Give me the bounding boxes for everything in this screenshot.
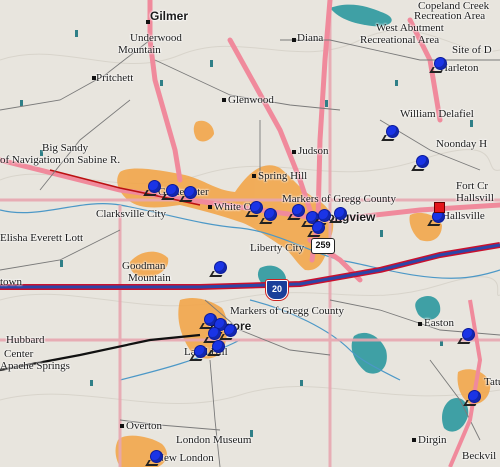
place-hallsville-park[interactable]: Hallsvill <box>456 192 494 204</box>
marker-pin[interactable] <box>194 345 207 358</box>
marker-pin[interactable] <box>212 340 225 353</box>
marker-pin[interactable] <box>386 125 399 138</box>
place-recreational-area[interactable]: Recreational Area <box>360 34 439 46</box>
place-big-sandy[interactable]: Big Sandy <box>42 142 88 154</box>
town-dot <box>120 424 124 428</box>
us-259-shield: 259 <box>311 238 335 254</box>
interstate-20-shield: 20 <box>266 280 288 300</box>
place-mountain2[interactable]: Mountain <box>128 272 171 284</box>
place-judson[interactable]: Judson <box>298 145 329 157</box>
marker-pin[interactable] <box>334 207 347 220</box>
place-hubbard[interactable]: Hubbard <box>6 334 45 346</box>
place-pritchett[interactable]: Pritchett <box>96 72 133 84</box>
town-dot <box>92 76 96 80</box>
place-recreation[interactable]: Recreation Area <box>414 10 485 22</box>
place-site-of[interactable]: Site of D <box>452 44 492 56</box>
place-markers-2[interactable]: Markers of Gregg County <box>230 305 344 317</box>
place-beckville[interactable]: Beckvil <box>462 450 496 462</box>
place-fort-cr[interactable]: Fort Cr <box>456 180 488 192</box>
marker-pin[interactable] <box>224 324 237 337</box>
place-elisha[interactable]: Elisha Everett Lott <box>0 232 83 244</box>
place-hallsville[interactable]: Hallsville <box>442 210 485 222</box>
marker-pin[interactable] <box>462 328 475 341</box>
place-center[interactable]: Center <box>4 348 33 360</box>
marker-pin[interactable] <box>312 221 325 234</box>
marker-pin[interactable] <box>250 201 263 214</box>
place-navigation[interactable]: of Navigation on Sabine R. <box>0 154 120 166</box>
marker-pin[interactable] <box>150 450 163 463</box>
place-easton[interactable]: Easton <box>424 317 454 329</box>
place-new-london[interactable]: New London <box>156 452 214 464</box>
marker-pin[interactable] <box>416 155 429 168</box>
place-liberty-city[interactable]: Liberty City <box>250 242 304 254</box>
place-clarksville[interactable]: Clarksville City <box>96 208 166 220</box>
red-poi-marker[interactable] <box>434 202 445 213</box>
place-mountain1[interactable]: Mountain <box>118 44 161 56</box>
place-london-museum[interactable]: London Museum <box>176 434 251 446</box>
place-diana[interactable]: Diana <box>297 32 323 44</box>
place-apache[interactable]: Apache Springs <box>0 360 70 372</box>
marker-pin[interactable] <box>318 209 331 222</box>
place-underwood[interactable]: Underwood <box>130 32 182 44</box>
town-dot <box>412 438 416 442</box>
marker-pin[interactable] <box>292 204 305 217</box>
marker-pin[interactable] <box>148 180 161 193</box>
place-goodman[interactable]: Goodman <box>122 260 165 272</box>
place-glenwood[interactable]: Glenwood <box>228 94 274 106</box>
place-dirgin[interactable]: Dirgin <box>418 434 447 446</box>
town-dot <box>252 174 256 178</box>
place-town[interactable]: town <box>0 276 22 288</box>
town-dot <box>418 322 422 326</box>
town-dot <box>222 98 226 102</box>
town-dot <box>292 38 296 42</box>
marker-pin[interactable] <box>434 57 447 70</box>
marker-pin[interactable] <box>184 186 197 199</box>
marker-pin[interactable] <box>166 184 179 197</box>
place-delafield[interactable]: William Delafiel <box>400 108 474 120</box>
marker-pin[interactable] <box>214 261 227 274</box>
map-view[interactable]: Gilmer Underwood Mountain Pritchett Dian… <box>0 0 500 467</box>
place-gilmer[interactable]: Gilmer <box>150 10 188 22</box>
marker-pin[interactable] <box>264 208 277 221</box>
marker-pin[interactable] <box>468 390 481 403</box>
place-west-abutment[interactable]: West Abutment <box>376 22 444 34</box>
town-dot <box>208 205 212 209</box>
place-noonday[interactable]: Noonday H <box>436 138 487 150</box>
place-tatum[interactable]: Tatum <box>484 376 500 388</box>
town-dot <box>146 20 150 24</box>
place-spring-hill[interactable]: Spring Hill <box>258 170 307 182</box>
place-overton[interactable]: Overton <box>126 420 162 432</box>
town-dot <box>292 150 296 154</box>
